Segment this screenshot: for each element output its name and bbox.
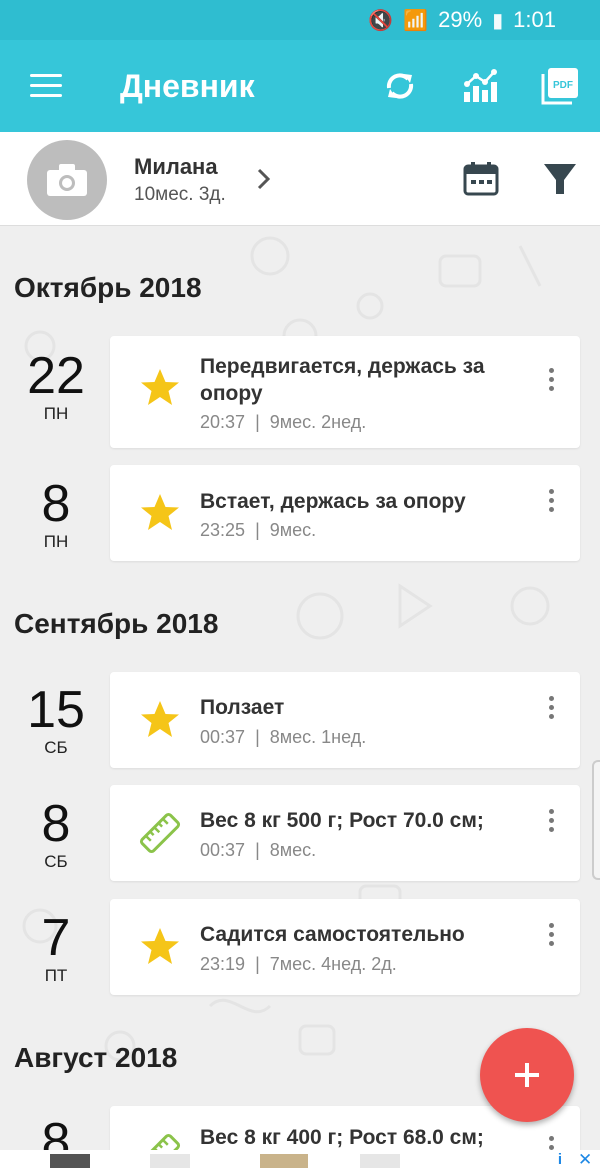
entry-title: Вес 8 кг 500 г; Рост 70.0 см; [200, 809, 484, 832]
ruler-icon [139, 812, 181, 854]
weekday: ПН [43, 532, 69, 551]
diary-entry-card[interactable]: Встает, держась за опору 23:25 | 9мес. [110, 465, 580, 561]
ad-thumbnail[interactable] [360, 1154, 400, 1168]
more-options-icon[interactable] [542, 489, 560, 517]
camera-icon [47, 164, 87, 196]
ad-close-icon[interactable]: ✕ [578, 1150, 592, 1168]
pdf-icon: PDF [541, 68, 578, 105]
battery-icon: ▮ [492, 9, 504, 32]
date-label: 8 [0, 1116, 112, 1150]
star-icon [141, 928, 179, 964]
entry-meta: 00:37 | 8мес. 1нед. [200, 727, 367, 747]
calendar-icon [463, 162, 499, 196]
star-icon [141, 369, 179, 405]
mute-icon: 🔇 [368, 9, 394, 32]
scroll-handle[interactable] [592, 760, 600, 880]
svg-text:PDF: PDF [553, 80, 573, 91]
pdf-export-button[interactable]: PDF [540, 66, 580, 106]
entry-title: Садится самостоятельно [200, 923, 465, 946]
avatar[interactable] [27, 140, 107, 220]
star-icon [141, 494, 179, 530]
day-number: 8 [41, 1113, 71, 1150]
child-age: 10мес. 3д. [134, 184, 226, 205]
diary-entry-card[interactable]: Ползает 00:37 | 8мес. 1нед. [110, 672, 580, 768]
add-entry-button[interactable] [480, 1028, 574, 1122]
diary-list[interactable]: Октябрь 2018 22 ПН Передвигается, держас… [0, 226, 600, 1150]
more-options-icon[interactable] [542, 368, 560, 396]
ad-thumbnail[interactable] [150, 1154, 190, 1168]
date-label: 8 СБ [0, 798, 112, 872]
more-options-icon[interactable] [542, 809, 560, 837]
ad-banner[interactable] [0, 1150, 600, 1168]
ad-thumbnail[interactable] [50, 1154, 90, 1168]
more-options-icon[interactable] [542, 1136, 560, 1150]
star-icon [141, 701, 179, 737]
month-header: Октябрь 2018 [14, 272, 202, 303]
filter-icon [544, 164, 576, 194]
more-options-icon[interactable] [542, 923, 560, 951]
ad-info-icon[interactable]: i [550, 1151, 570, 1168]
sync-button[interactable] [380, 66, 420, 106]
day-number: 8 [41, 795, 71, 853]
statistics-button[interactable] [460, 66, 500, 106]
entry-title: Вес 8 кг 400 г; Рост 68.0 см; [200, 1126, 484, 1149]
wifi-icon: 📶 [403, 9, 429, 32]
day-number: 7 [41, 909, 71, 967]
app-bar: Дневник PDF [0, 40, 600, 132]
filter-button[interactable] [540, 160, 580, 198]
entry-meta: 00:37 | 8мес. [200, 840, 317, 860]
month-header: Сентябрь 2018 [14, 608, 219, 639]
status-bar: 🔇 📶 29% ▮ 1:01 [0, 0, 600, 40]
profile-bar: Милана 10мес. 3д. [0, 132, 600, 226]
page-title: Дневник [120, 68, 255, 104]
entry-title: Ползает [200, 696, 285, 719]
day-number: 15 [27, 681, 85, 739]
battery-level: 29% [438, 7, 483, 32]
weekday: СБ [44, 738, 68, 757]
menu-button[interactable] [30, 74, 64, 98]
sync-icon [386, 73, 414, 99]
entry-title: Встает, держась за опору [200, 490, 466, 513]
date-label: 22 ПН [0, 350, 112, 424]
child-name[interactable]: Милана [134, 154, 218, 180]
chart-icon [464, 69, 497, 102]
day-number: 8 [41, 475, 71, 533]
weekday: ПН [43, 404, 69, 423]
clock: 1:01 [513, 7, 556, 32]
entry-meta: 23:19 | 7мес. 4нед. 2д. [200, 954, 397, 974]
diary-entry-card[interactable]: Садится самостоятельно 23:19 | 7мес. 4не… [110, 899, 580, 995]
date-label: 8 ПН [0, 478, 112, 552]
chevron-right-icon[interactable] [254, 166, 274, 192]
day-number: 22 [27, 347, 85, 405]
month-header: Август 2018 [14, 1042, 178, 1073]
entry-title: Передвигается, держась за опору [200, 355, 485, 405]
plus-icon [515, 1063, 539, 1087]
ad-thumbnail[interactable] [260, 1154, 308, 1168]
date-label: 7 ПТ [0, 912, 112, 986]
entry-meta: 23:25 | 9мес. [200, 520, 317, 540]
weekday: ПТ [44, 966, 68, 985]
calendar-button[interactable] [462, 160, 500, 198]
diary-entry-card[interactable]: Вес 8 кг 500 г; Рост 70.0 см; 00:37 | 8м… [110, 785, 580, 881]
more-options-icon[interactable] [542, 696, 560, 724]
diary-entry-card[interactable]: Передвигается, держась за опору 20:37 | … [110, 336, 580, 448]
ruler-icon [139, 1133, 181, 1150]
date-label: 15 СБ [0, 684, 112, 758]
entry-meta: 20:37 | 9мес. 2нед. [200, 412, 367, 432]
weekday: СБ [44, 852, 68, 871]
